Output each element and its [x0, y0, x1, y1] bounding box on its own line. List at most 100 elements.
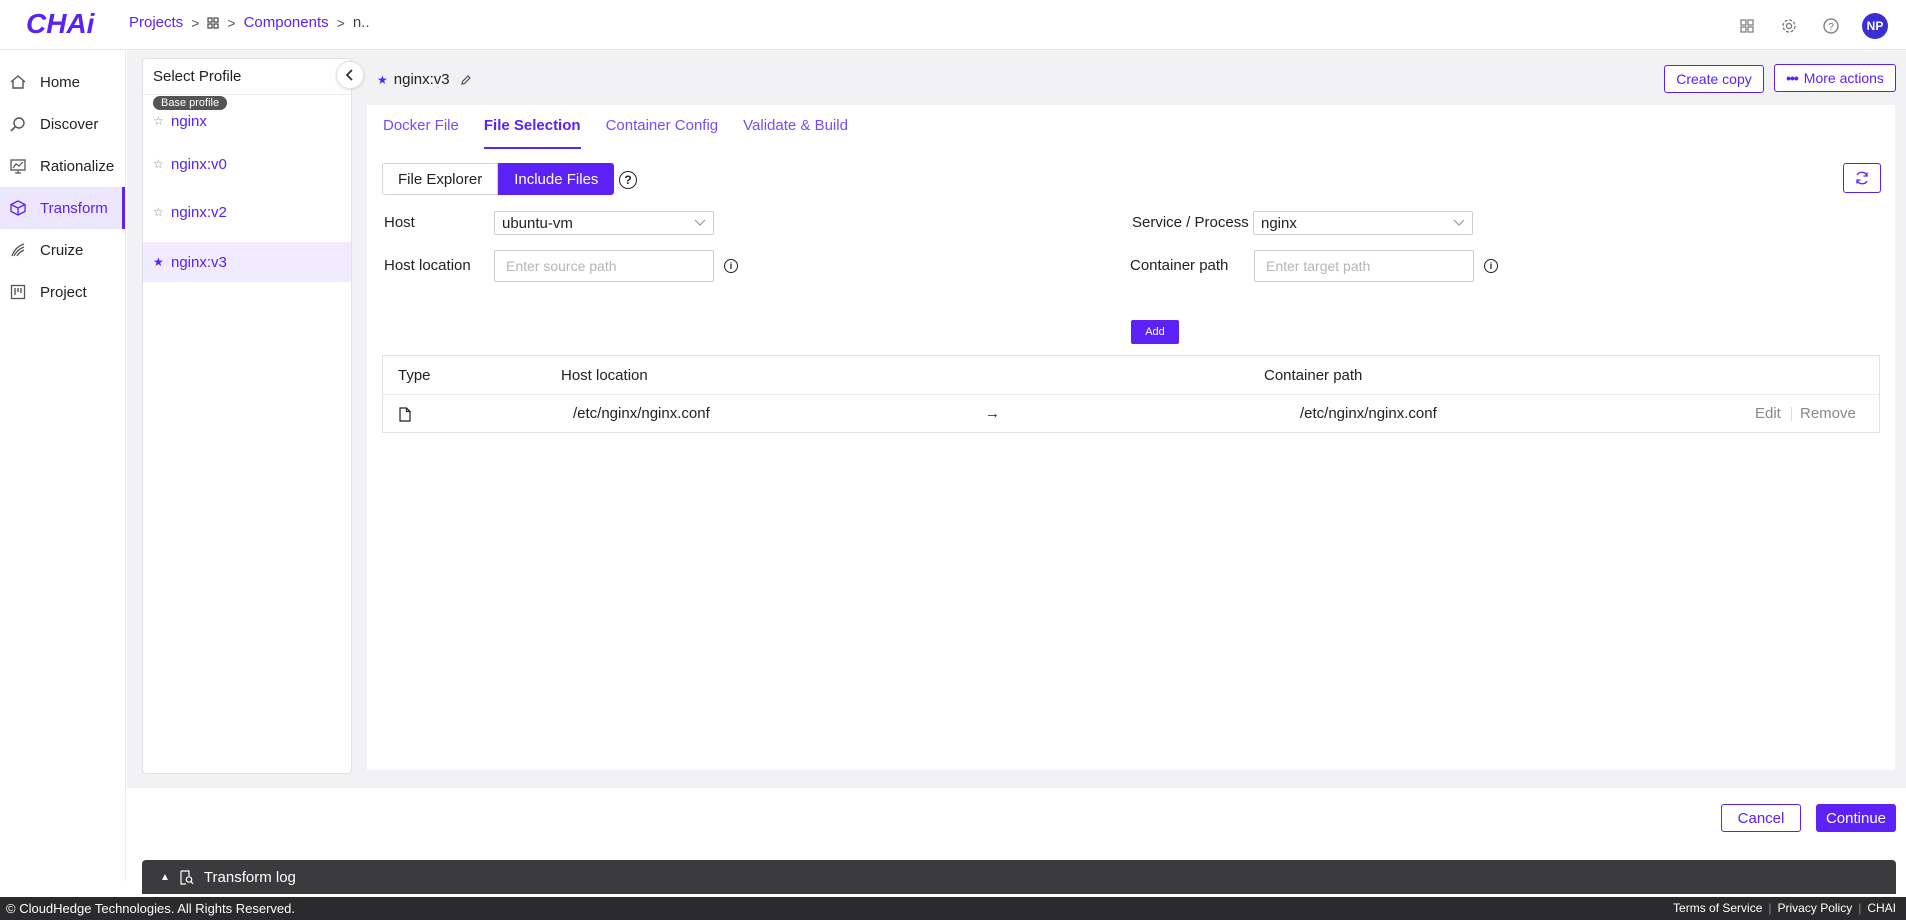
nav-label: Cruize — [40, 241, 84, 259]
star-outline-icon[interactable]: ☆ — [153, 205, 165, 219]
row-host-location: /etc/nginx/nginx.conf — [573, 405, 710, 422]
host-label: Host — [384, 214, 415, 231]
profile-item-nginx-v2[interactable]: ☆ nginx:v2 — [143, 192, 351, 232]
table-row: /etc/nginx/nginx.conf → /etc/nginx/nginx… — [383, 395, 1879, 433]
privacy-link[interactable]: Privacy Policy — [1778, 901, 1853, 915]
nav-label: Home — [40, 73, 81, 91]
info-icon[interactable]: i — [724, 259, 738, 273]
svg-text:?: ? — [1828, 22, 1834, 33]
profile-title: ★ nginx:v3 — [377, 71, 472, 88]
chevron-down-icon — [694, 219, 706, 227]
host-select-value: ubuntu-vm — [502, 214, 573, 232]
add-button[interactable]: Add — [1131, 320, 1179, 344]
breadcrumb: Projects > > Components > n.. — [129, 14, 370, 31]
edit-pencil-icon[interactable] — [460, 74, 472, 86]
container-path-input[interactable] — [1254, 250, 1474, 282]
nav-label: Project — [40, 283, 87, 301]
include-files-button[interactable]: Include Files — [498, 163, 615, 195]
more-dots-icon: ••• — [1786, 70, 1799, 86]
discover-icon — [8, 114, 28, 134]
log-search-icon — [180, 869, 194, 885]
nav-item-project[interactable]: Project — [0, 271, 125, 313]
refresh-button[interactable] — [1843, 163, 1881, 193]
tab-docker-file[interactable]: Docker File — [383, 105, 459, 149]
row-container-path: /etc/nginx/nginx.conf — [1300, 405, 1437, 422]
tab-container-config[interactable]: Container Config — [606, 105, 719, 149]
cruize-icon — [8, 240, 28, 260]
nav-item-home[interactable]: Home — [0, 61, 125, 103]
chevron-right-icon: > — [336, 14, 345, 31]
star-filled-icon[interactable]: ★ — [153, 255, 165, 269]
edit-row-button[interactable]: Edit — [1755, 405, 1781, 422]
remove-row-button[interactable]: Remove — [1800, 405, 1856, 422]
breadcrumb-components[interactable]: Components — [244, 14, 329, 31]
profile-panel-title: Select Profile — [143, 59, 351, 95]
transform-log-label: Transform log — [203, 868, 296, 886]
profile-label: nginx — [171, 112, 207, 130]
col-type: Type — [398, 367, 431, 384]
nav-item-transform[interactable]: Transform — [0, 187, 125, 229]
transform-log-bar[interactable]: ▲ Transform log — [142, 860, 1896, 894]
col-container-path: Container path — [1264, 367, 1363, 384]
divider — [1791, 407, 1792, 421]
profile-label: nginx:v0 — [171, 155, 227, 173]
refresh-icon — [1856, 171, 1868, 185]
chevron-right-icon: > — [191, 14, 200, 31]
help-icon[interactable]: ? — [1820, 15, 1842, 37]
page-footer: © CloudHedge Technologies. All Rights Re… — [0, 897, 1906, 920]
tab-validate-build[interactable]: Validate & Build — [743, 105, 848, 149]
star-outline-icon[interactable]: ☆ — [153, 157, 165, 171]
chevron-down-icon — [1453, 219, 1465, 227]
info-icon[interactable]: i — [1484, 259, 1498, 273]
arrow-right-icon: → — [985, 405, 1000, 422]
nav-item-rationalize[interactable]: Rationalize — [0, 145, 125, 187]
breadcrumb-current: n.. — [352, 14, 370, 31]
breadcrumb-projects[interactable]: Projects — [129, 14, 183, 31]
side-nav: Home Discover Rationalize Transform Crui… — [0, 51, 126, 881]
help-circle-icon[interactable]: ? — [619, 171, 637, 189]
top-bar: CHAi Projects > > Components > n.. ? NP — [0, 0, 1906, 50]
apps-grid-icon[interactable] — [1736, 15, 1758, 37]
rationalize-icon — [8, 156, 28, 176]
divider: | — [1858, 901, 1862, 915]
more-actions-button[interactable]: ••• More actions — [1774, 64, 1896, 92]
divider: | — [1768, 901, 1772, 915]
copyright-text: © CloudHedge Technologies. All Rights Re… — [6, 901, 296, 916]
collapse-panel-button[interactable] — [336, 61, 364, 89]
host-location-input[interactable] — [494, 250, 714, 282]
gear-icon[interactable] — [1778, 15, 1800, 37]
profile-label: nginx:v2 — [171, 203, 227, 221]
profile-panel: Select Profile Base profile ☆ nginx ☆ ng… — [142, 58, 352, 774]
cancel-button[interactable]: Cancel — [1721, 804, 1801, 832]
nav-item-discover[interactable]: Discover — [0, 103, 125, 145]
service-process-label: Service / Process — [1132, 214, 1249, 231]
file-explorer-button[interactable]: File Explorer — [382, 163, 499, 195]
service-process-select[interactable]: nginx — [1253, 211, 1473, 235]
service-select-value: nginx — [1261, 214, 1297, 232]
more-actions-label: More actions — [1803, 70, 1884, 86]
create-copy-button[interactable]: Create copy — [1664, 65, 1764, 93]
terms-link[interactable]: Terms of Service — [1673, 901, 1762, 915]
host-location-label: Host location — [384, 257, 471, 274]
grid-icon[interactable] — [207, 16, 219, 29]
user-avatar[interactable]: NP — [1862, 13, 1888, 39]
transform-icon — [8, 198, 28, 218]
file-icon — [399, 407, 411, 422]
profile-item-nginx[interactable]: ☆ nginx — [143, 104, 351, 138]
project-icon — [8, 282, 28, 302]
file-selection-card: Docker File File Selection Container Con… — [367, 105, 1895, 770]
chai-logo[interactable]: CHAi — [26, 8, 94, 40]
col-host-location: Host location — [561, 367, 648, 384]
nav-item-cruize[interactable]: Cruize — [0, 229, 125, 271]
nav-label: Discover — [40, 115, 99, 133]
mode-toggle: File Explorer Include Files — [382, 163, 615, 195]
continue-button[interactable]: Continue — [1816, 804, 1896, 832]
tab-file-selection[interactable]: File Selection — [483, 105, 581, 149]
home-icon — [8, 72, 28, 92]
star-outline-icon[interactable]: ☆ — [153, 114, 165, 128]
profile-item-nginx-v3[interactable]: ★ nginx:v3 — [143, 242, 351, 282]
table-header: Type Host location Container path — [383, 356, 1879, 395]
host-select[interactable]: ubuntu-vm — [494, 211, 714, 235]
profile-item-nginx-v0[interactable]: ☆ nginx:v0 — [143, 144, 351, 184]
footer-brand: CHAI — [1867, 901, 1896, 915]
